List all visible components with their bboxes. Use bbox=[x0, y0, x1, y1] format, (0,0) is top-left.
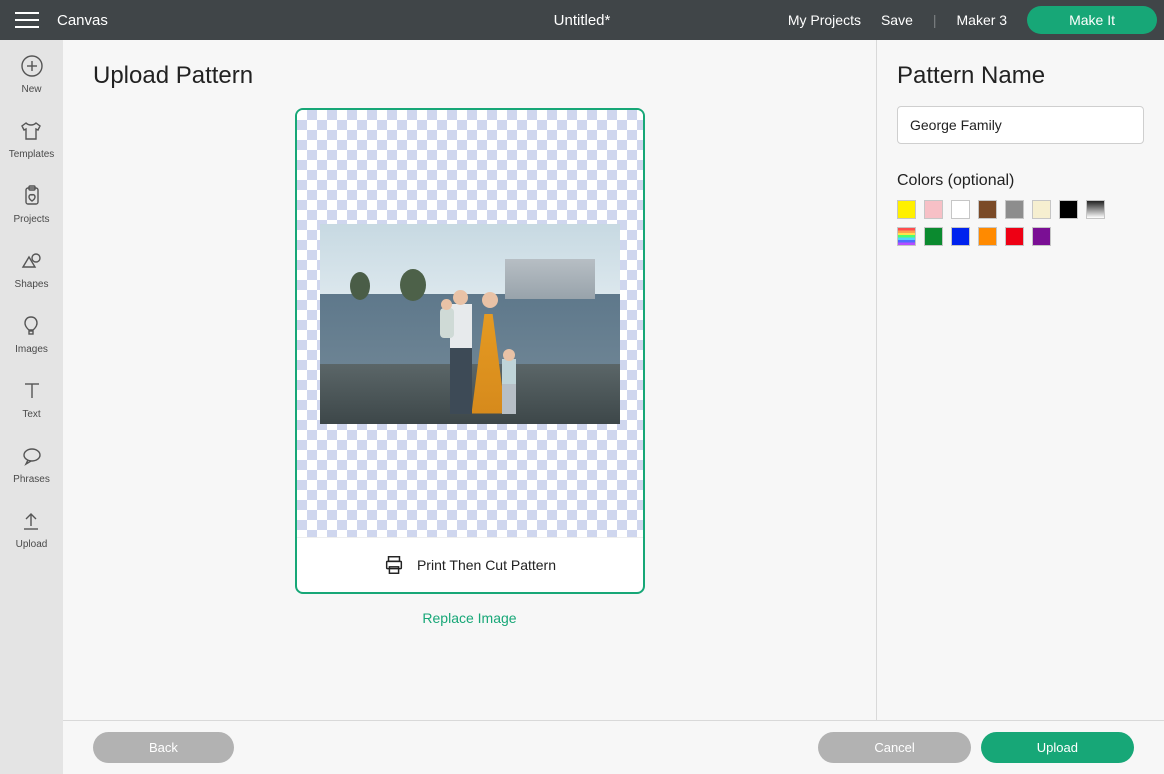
divider: | bbox=[933, 12, 937, 28]
replace-image-link[interactable]: Replace Image bbox=[93, 610, 846, 626]
speech-bubble-icon bbox=[20, 444, 44, 468]
color-swatch-grid bbox=[897, 200, 1112, 246]
color-swatch[interactable] bbox=[1005, 200, 1024, 219]
sidebar-item-label: Upload bbox=[16, 539, 48, 550]
cancel-button[interactable]: Cancel bbox=[818, 732, 970, 763]
pattern-name-input[interactable] bbox=[897, 106, 1144, 144]
color-swatch[interactable] bbox=[897, 200, 916, 219]
sidebar-item-label: Phrases bbox=[13, 474, 50, 485]
sidebar: New Templates Projects Shapes Images Tex… bbox=[0, 40, 63, 774]
color-swatch[interactable] bbox=[1032, 227, 1051, 246]
project-title: Untitled* bbox=[554, 12, 611, 29]
sidebar-item-shapes[interactable]: Shapes bbox=[15, 249, 49, 290]
shapes-icon bbox=[19, 249, 43, 273]
main-area: Upload Pattern bbox=[63, 40, 1164, 774]
card-footer-label: Print Then Cut Pattern bbox=[417, 557, 556, 573]
sidebar-item-label: Text bbox=[22, 409, 40, 420]
footer-bar: Back Cancel Upload bbox=[63, 720, 1164, 774]
sidebar-item-label: Projects bbox=[13, 214, 49, 225]
make-it-button[interactable]: Make It bbox=[1027, 6, 1157, 34]
upload-panel: Upload Pattern bbox=[63, 40, 877, 720]
topbar: Canvas Untitled* My Projects Save | Make… bbox=[0, 0, 1164, 40]
transparency-background bbox=[297, 110, 643, 537]
pattern-preview-card[interactable]: Print Then Cut Pattern bbox=[295, 108, 645, 594]
color-swatch[interactable] bbox=[924, 227, 943, 246]
menu-icon[interactable] bbox=[15, 8, 39, 32]
sidebar-item-upload[interactable]: Upload bbox=[16, 509, 48, 550]
sidebar-item-images[interactable]: Images bbox=[15, 314, 48, 355]
sidebar-item-projects[interactable]: Projects bbox=[13, 184, 49, 225]
sidebar-item-phrases[interactable]: Phrases bbox=[13, 444, 50, 485]
plus-circle-icon bbox=[20, 54, 44, 78]
color-swatch[interactable] bbox=[951, 200, 970, 219]
sidebar-item-label: Images bbox=[15, 344, 48, 355]
color-swatch[interactable] bbox=[924, 200, 943, 219]
card-footer: Print Then Cut Pattern bbox=[297, 537, 643, 592]
clipboard-icon bbox=[20, 184, 44, 208]
color-swatch[interactable] bbox=[951, 227, 970, 246]
sidebar-item-new[interactable]: New bbox=[20, 54, 44, 95]
color-swatch[interactable] bbox=[1059, 200, 1078, 219]
sidebar-item-text[interactable]: Text bbox=[20, 379, 44, 420]
color-swatch[interactable] bbox=[978, 200, 997, 219]
uploaded-image-preview bbox=[320, 224, 620, 424]
colors-title: Colors (optional) bbox=[897, 172, 1144, 190]
save-link[interactable]: Save bbox=[881, 12, 913, 28]
pattern-name-title: Pattern Name bbox=[897, 62, 1144, 90]
machine-label[interactable]: Maker 3 bbox=[957, 12, 1008, 28]
hot-air-balloon-icon bbox=[19, 314, 43, 338]
color-swatch[interactable] bbox=[978, 227, 997, 246]
sidebar-item-templates[interactable]: Templates bbox=[9, 119, 55, 160]
sidebar-item-label: New bbox=[21, 84, 41, 95]
color-swatch[interactable] bbox=[1086, 200, 1105, 219]
page-title: Upload Pattern bbox=[93, 62, 846, 90]
color-swatch[interactable] bbox=[1032, 200, 1051, 219]
pattern-name-panel: Pattern Name Colors (optional) bbox=[877, 40, 1164, 720]
text-icon bbox=[20, 379, 44, 403]
printer-icon bbox=[383, 554, 405, 576]
app-title: Canvas bbox=[57, 12, 108, 29]
my-projects-link[interactable]: My Projects bbox=[788, 12, 861, 28]
color-swatch[interactable] bbox=[1005, 227, 1024, 246]
sidebar-item-label: Shapes bbox=[15, 279, 49, 290]
shirt-icon bbox=[19, 119, 43, 143]
sidebar-item-label: Templates bbox=[9, 149, 55, 160]
upload-button[interactable]: Upload bbox=[981, 732, 1134, 763]
back-button[interactable]: Back bbox=[93, 732, 234, 763]
upload-icon bbox=[19, 509, 43, 533]
color-swatch[interactable] bbox=[897, 227, 916, 246]
